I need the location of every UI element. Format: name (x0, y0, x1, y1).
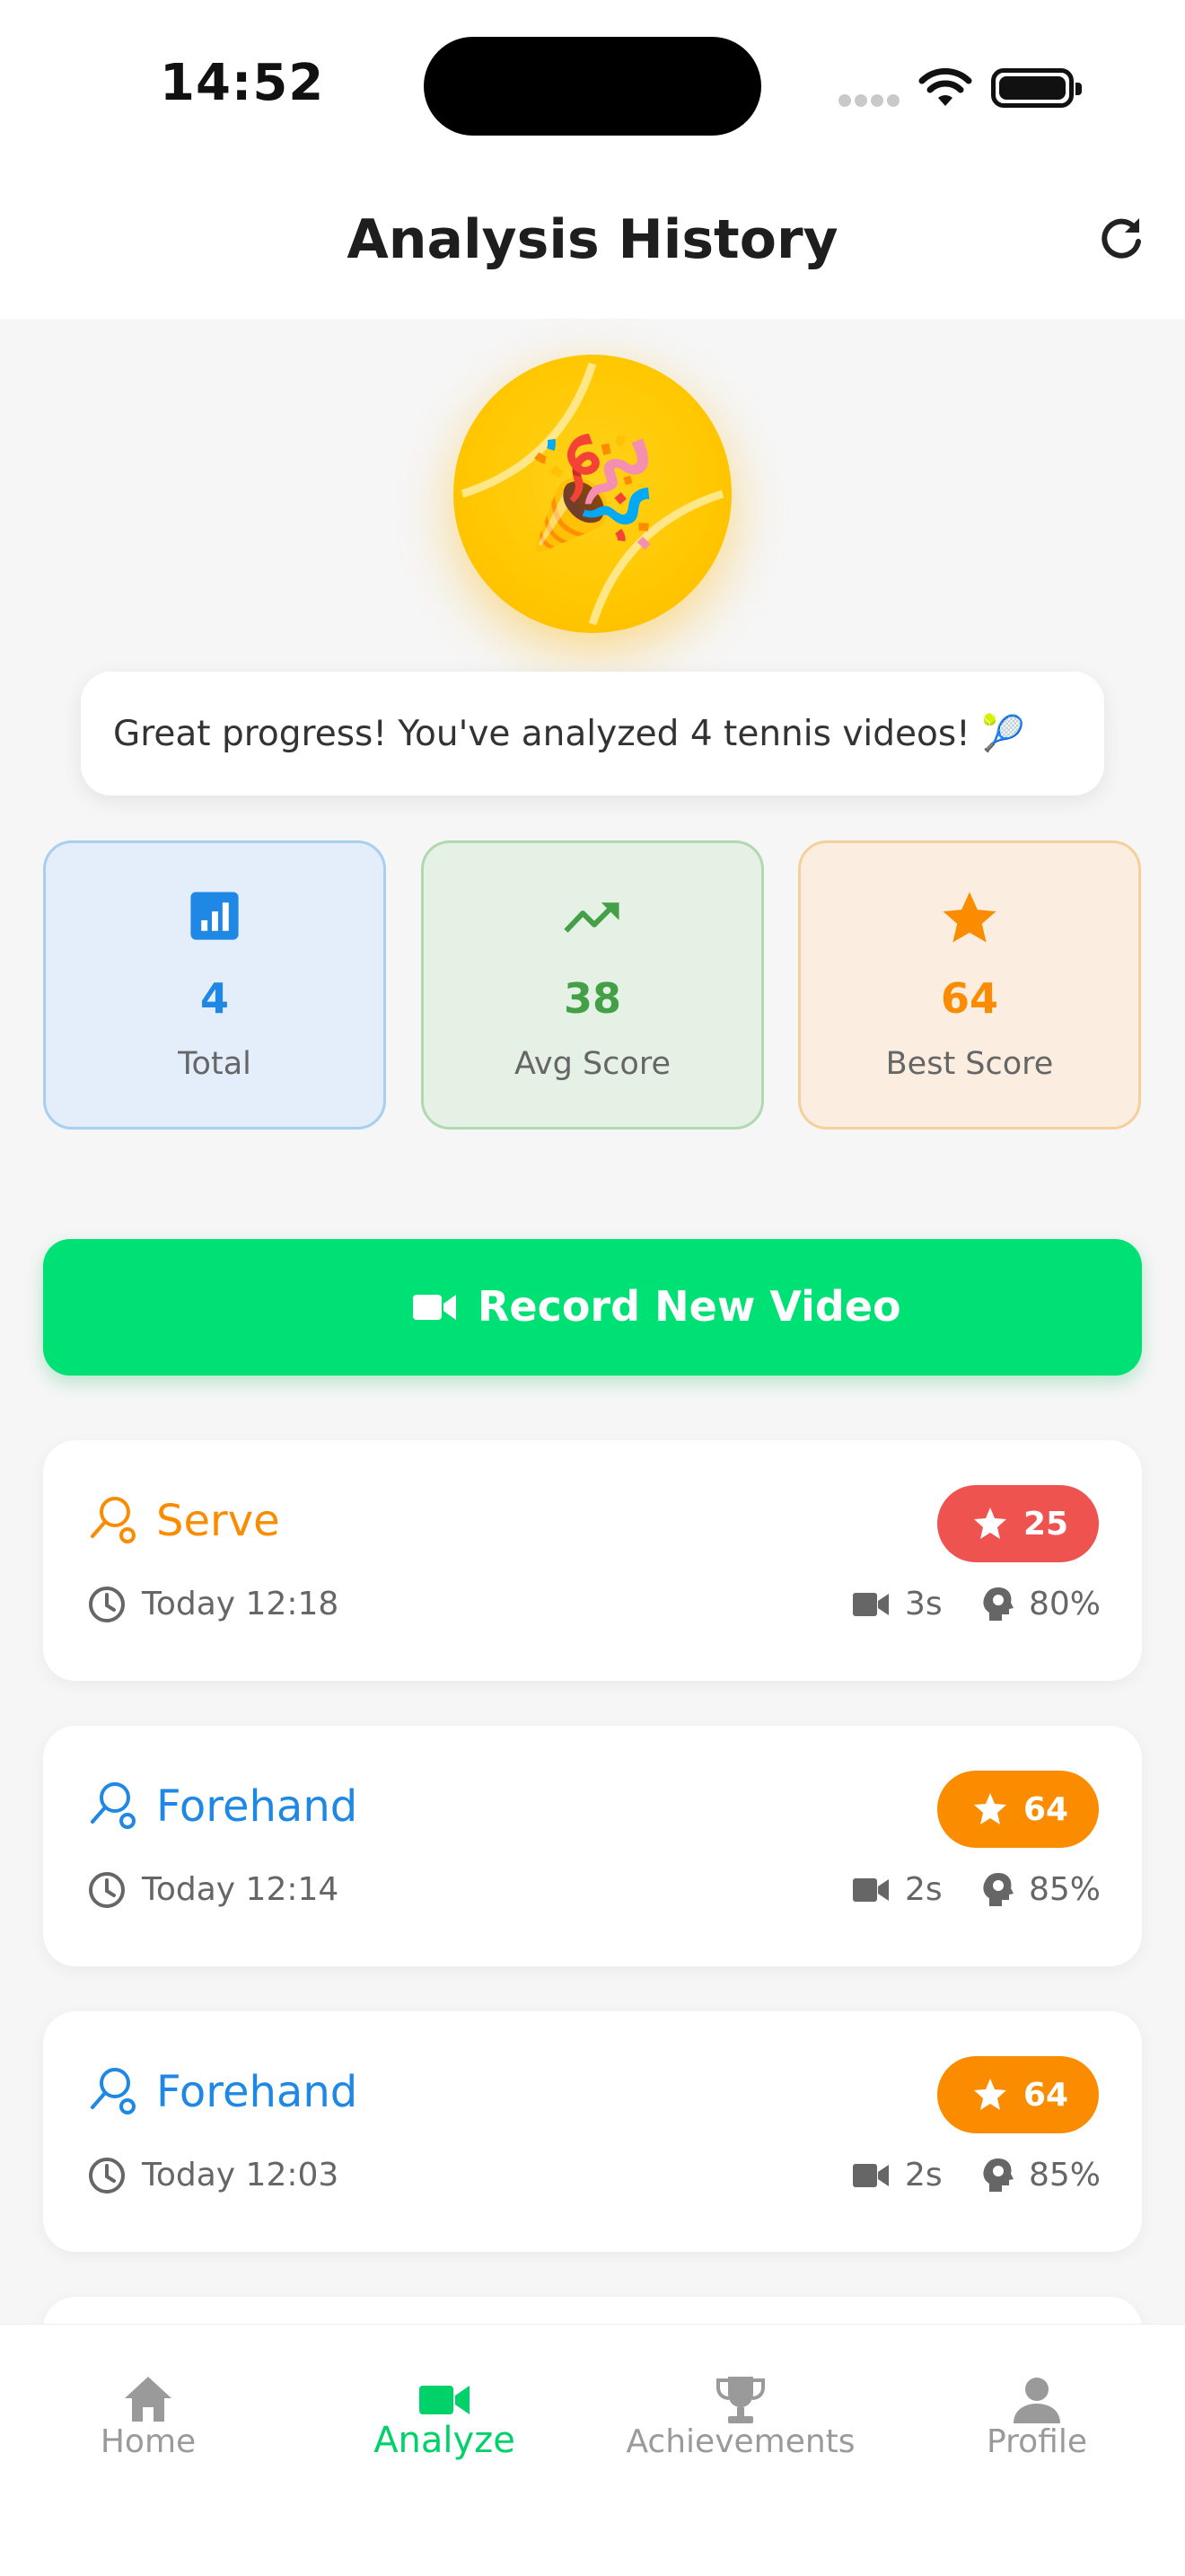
analysis-date: Today 12:18 (142, 1586, 339, 1622)
status-bar: 14:52 (0, 0, 1185, 171)
trophy-icon (716, 2377, 765, 2423)
progress-message: Great progress! You've analyzed 4 tennis… (113, 714, 1025, 754)
stat-best-score: 64 Best Score (798, 840, 1141, 1130)
tennis-racket-icon (91, 1497, 136, 1543)
stroke-type: Forehand (156, 1781, 358, 1832)
dynamic-island (424, 37, 761, 136)
stat-total: 4 Total (43, 840, 386, 1130)
score-value: 64 (1023, 1791, 1069, 1828)
stat-label: Best Score (885, 1046, 1054, 1082)
analysis-card[interactable]: Forehand 64 Today 12:14 2s 85% (43, 1726, 1142, 1966)
video-duration: 3s (905, 1586, 943, 1622)
clock-icon (89, 1872, 125, 1908)
nav-label: Analyze (373, 2420, 515, 2461)
home-icon (125, 2377, 171, 2422)
stat-avg-score: 38 Avg Score (421, 840, 764, 1130)
analysis-card[interactable]: Serve 25 Today 12:18 3s 80% (43, 1440, 1142, 1681)
star-icon (974, 1793, 1006, 1824)
video-camera-icon (853, 2164, 889, 2187)
video-camera-icon (413, 1295, 456, 1320)
video-duration: 2s (905, 2157, 943, 2194)
tennis-racket-icon (91, 1782, 136, 1829)
confidence-value: 80% (1029, 1586, 1102, 1622)
star-icon (974, 1508, 1006, 1539)
nav-label: Home (100, 2423, 197, 2460)
stat-label: Total (178, 1046, 251, 1082)
nav-home[interactable]: Home (0, 2325, 296, 2504)
record-button-label: Record New Video (478, 1282, 901, 1331)
analysis-card[interactable]: Forehand 64 Today 12:03 2s 85% (43, 2011, 1142, 2252)
psychology-icon (983, 2158, 1014, 2192)
stroke-type: Forehand (156, 2067, 358, 2117)
clock-icon (89, 2158, 125, 2194)
video-camera-icon (853, 1878, 889, 1902)
nav-profile[interactable]: Profile (889, 2325, 1185, 2504)
status-time: 14:52 (160, 54, 325, 112)
person-icon (1014, 2378, 1060, 2423)
star-icon (974, 2079, 1006, 2110)
score-value: 64 (1023, 2077, 1069, 2114)
nav-label: Profile (987, 2423, 1087, 2460)
bar-chart-icon (190, 892, 239, 940)
confidence-value: 85% (1029, 1871, 1102, 1908)
wifi-icon (918, 67, 972, 106)
score-badge: 25 (937, 1485, 1099, 1562)
nav-achievements[interactable]: Achievements (592, 2325, 889, 2504)
confidence-value: 85% (1029, 2157, 1102, 2194)
analysis-date: Today 12:03 (142, 2157, 339, 2194)
score-value: 25 (1023, 1506, 1069, 1543)
video-camera-icon (419, 2386, 470, 2414)
clock-icon (89, 1587, 125, 1622)
stat-value: 4 (199, 974, 229, 1023)
party-popper-icon: 🎉 (525, 431, 660, 556)
score-badge: 64 (937, 2056, 1099, 2133)
score-badge: 64 (937, 1771, 1099, 1848)
psychology-icon (983, 1587, 1014, 1621)
video-duration: 2s (905, 1871, 943, 1908)
bottom-navigation: Home Analyze Achievements Profile (0, 2324, 1185, 2576)
page-title: Analysis History (347, 208, 838, 271)
stat-value: 64 (940, 974, 998, 1023)
app-header: Analysis History (0, 171, 1185, 319)
battery-icon (991, 68, 1082, 108)
progress-message-card: Great progress! You've analyzed 4 tennis… (81, 672, 1104, 796)
video-camera-icon (853, 1593, 889, 1616)
celebration-tennis-ball: 🎉 (453, 355, 732, 633)
trending-up-icon (564, 902, 619, 933)
psychology-icon (983, 1873, 1014, 1906)
nav-analyze[interactable]: Analyze (296, 2325, 592, 2504)
analysis-date: Today 12:14 (142, 1871, 339, 1908)
stroke-type: Serve (156, 1496, 280, 1546)
stat-label: Avg Score (514, 1046, 671, 1082)
nav-label: Achievements (626, 2423, 856, 2460)
stat-value: 38 (563, 974, 621, 1023)
record-new-video-button[interactable]: Record New Video (43, 1239, 1142, 1376)
tennis-racket-icon (91, 2068, 136, 2114)
cellular-signal-icon (838, 93, 903, 110)
refresh-icon[interactable] (1097, 214, 1146, 262)
star-icon (943, 892, 996, 943)
